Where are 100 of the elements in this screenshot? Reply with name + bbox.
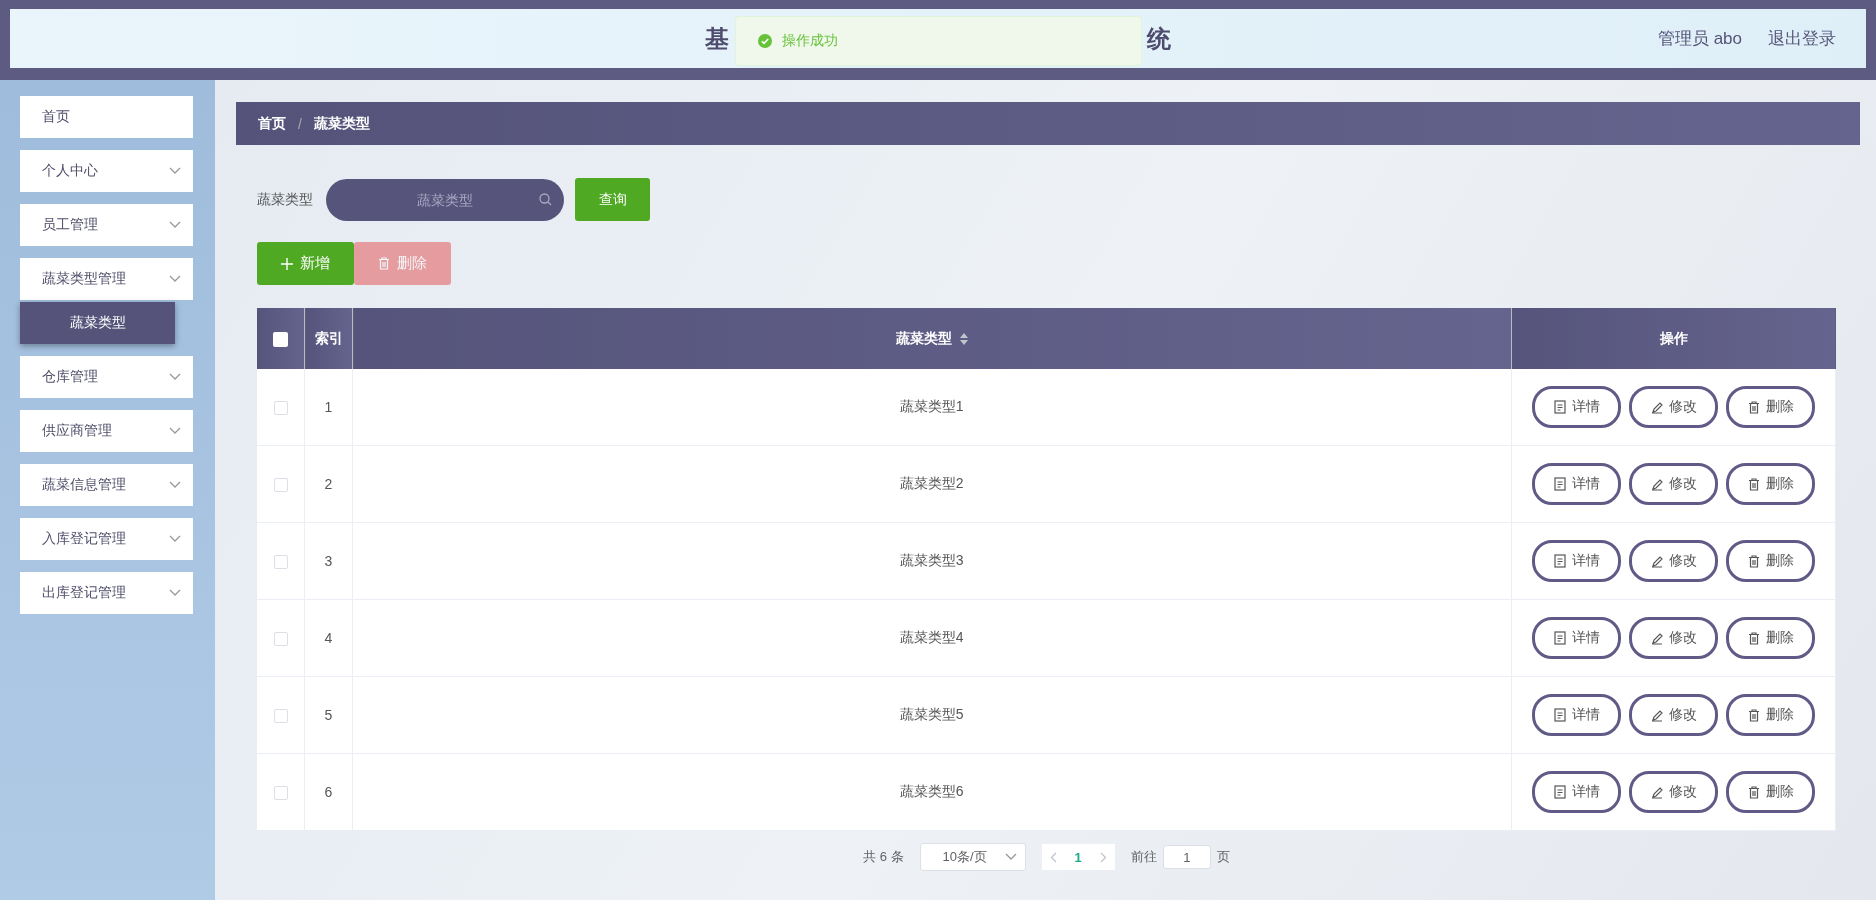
delete-button[interactable]: 删除: [1725, 463, 1815, 505]
goto-label: 前往: [1130, 848, 1157, 866]
edit-button[interactable]: 修改: [1628, 771, 1718, 813]
document-icon: [1552, 477, 1567, 491]
sidebar-item[interactable]: 首页: [20, 96, 193, 138]
table-cell: 蔬菜类型4: [899, 629, 964, 645]
sidebar-item[interactable]: 员工管理: [20, 204, 193, 246]
table-cell: 蔬菜类型3: [899, 552, 964, 568]
table-cell: 蔬菜类型5: [899, 706, 964, 722]
edit-button[interactable]: 修改: [1628, 540, 1718, 582]
chevron-down-icon: [169, 373, 181, 381]
sort-icon[interactable]: [959, 332, 968, 345]
plus-icon: [281, 257, 293, 270]
sidebar-item-label: 首页: [42, 108, 70, 126]
breadcrumb-item[interactable]: 首页: [258, 114, 286, 133]
toast-message: 操作成功: [782, 32, 838, 50]
row-checkbox[interactable]: [273, 709, 288, 724]
search-icon: [539, 192, 552, 206]
trash-icon: [1746, 477, 1761, 491]
details-button[interactable]: 详情: [1531, 694, 1621, 736]
sidebar-item[interactable]: 个人中心: [20, 150, 193, 192]
submenu-item[interactable]: 蔬菜类型: [20, 302, 175, 344]
trash-icon: [378, 257, 390, 270]
chevron-down-icon: [169, 589, 181, 597]
next-page-icon[interactable]: [1099, 851, 1107, 863]
trash-icon: [1746, 631, 1761, 645]
table-cell: 3: [324, 553, 333, 569]
details-button[interactable]: 详情: [1531, 463, 1621, 505]
prev-page-icon[interactable]: [1049, 851, 1057, 863]
table-cell: 5: [324, 707, 333, 723]
edit-button[interactable]: 修改: [1628, 617, 1718, 659]
sidebar-item-label: 员工管理: [42, 216, 98, 234]
row-checkbox[interactable]: [273, 786, 288, 801]
sidebar-item-label: 蔬菜类型管理: [42, 270, 126, 288]
trash-icon: [1746, 785, 1761, 799]
sidebar-item[interactable]: 蔬菜信息管理: [20, 464, 193, 506]
document-icon: [1552, 631, 1567, 645]
logout-link[interactable]: 退出登录: [1768, 27, 1836, 50]
sidebar-item[interactable]: 出库登记管理: [20, 572, 193, 614]
table-cell: 蔬菜类型2: [899, 475, 964, 491]
document-icon: [1552, 708, 1567, 722]
goto-page-field[interactable]: 1: [1162, 845, 1211, 869]
sidebar-item-label: 个人中心: [42, 162, 98, 180]
pencil-icon: [1649, 708, 1664, 722]
document-icon: [1552, 400, 1567, 414]
trash-icon: [1746, 554, 1761, 568]
user-name: 管理员 abo: [1657, 28, 1742, 50]
chevron-down-icon: [1004, 853, 1017, 861]
edit-button[interactable]: 修改: [1628, 386, 1718, 428]
details-button[interactable]: 详情: [1531, 771, 1621, 813]
chevron-down-icon: [169, 535, 181, 543]
chevron-down-icon: [169, 427, 181, 435]
pencil-icon: [1649, 631, 1664, 645]
table-cell: 4: [324, 630, 333, 646]
search-field[interactable]: 蔬菜类型: [326, 178, 564, 221]
sidebar-item[interactable]: 入库登记管理: [20, 518, 193, 560]
column-header[interactable]: 蔬菜类型: [895, 329, 952, 348]
document-icon: [1552, 785, 1567, 799]
details-button[interactable]: 详情: [1531, 617, 1621, 659]
details-button[interactable]: 详情: [1531, 386, 1621, 428]
table-cell: 蔬菜类型1: [899, 398, 964, 414]
total-count: 共 6 条: [863, 848, 904, 866]
pencil-icon: [1649, 477, 1664, 491]
breadcrumb-separator: /: [298, 115, 302, 132]
sidebar-item-label: 入库登记管理: [42, 530, 126, 548]
trash-icon: [1746, 708, 1761, 722]
table-cell: 1: [324, 399, 333, 415]
search-label: 蔬菜类型: [257, 190, 313, 209]
window-title: 基: [705, 23, 729, 54]
edit-button[interactable]: 修改: [1628, 463, 1718, 505]
delete-button[interactable]: 删除: [1725, 771, 1815, 813]
trash-icon: [1746, 400, 1761, 414]
page-size-select[interactable]: 10条/页: [919, 843, 1026, 871]
chevron-down-icon: [169, 275, 181, 283]
sidebar-item-label: 出库登记管理: [42, 584, 126, 602]
delete-button[interactable]: 删除: [1725, 386, 1815, 428]
delete-button[interactable]: 删除: [1725, 694, 1815, 736]
pencil-icon: [1649, 400, 1664, 414]
details-button[interactable]: 详情: [1531, 540, 1621, 582]
sidebar-item[interactable]: 供应商管理: [20, 410, 193, 452]
sidebar-item[interactable]: 蔬菜类型管理: [20, 258, 193, 300]
row-checkbox[interactable]: [273, 555, 288, 570]
sidebar-item-label: 仓库管理: [42, 368, 98, 386]
row-checkbox[interactable]: [273, 401, 288, 416]
window-title: 统: [1147, 23, 1171, 54]
delete-button[interactable]: 删除: [1725, 617, 1815, 659]
breadcrumb-item[interactable]: 蔬菜类型: [313, 114, 370, 133]
row-checkbox[interactable]: [273, 478, 288, 493]
pencil-icon: [1649, 785, 1664, 799]
select-all-checkbox[interactable]: [273, 331, 288, 347]
sidebar-item-label: 蔬菜信息管理: [42, 476, 126, 494]
row-checkbox[interactable]: [273, 632, 288, 647]
delete-button[interactable]: 删除: [1725, 540, 1815, 582]
column-header: 索引: [314, 329, 343, 346]
page-suffix: 页: [1216, 848, 1230, 866]
chevron-down-icon: [169, 481, 181, 489]
sidebar-item[interactable]: 仓库管理: [20, 356, 193, 398]
table-cell: 6: [324, 784, 333, 800]
table-cell: 2: [324, 476, 333, 492]
edit-button[interactable]: 修改: [1628, 694, 1718, 736]
